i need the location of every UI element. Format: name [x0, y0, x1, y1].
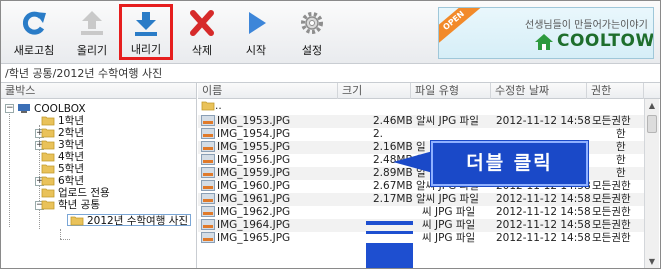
upload-button[interactable]: 올리기 — [65, 5, 119, 59]
banner-brand: COOLTOWN — [557, 31, 654, 51]
open-badge: OPEN — [439, 8, 481, 46]
jpg-file-icon — [201, 167, 215, 178]
file-list-pane: 이름 크기 파일 유형 수정한 날짜 권한 .. IMG_1953.JPG 2.… — [198, 83, 660, 268]
delete-label: 삭제 — [191, 44, 213, 57]
folder-icon — [41, 164, 55, 174]
scroll-up-icon[interactable]: ▲ — [645, 99, 659, 113]
folder-icon — [41, 188, 55, 198]
scroll-down-icon[interactable]: ▼ — [645, 255, 659, 268]
download-button[interactable]: 내리기 — [119, 4, 173, 60]
jpg-file-icon — [201, 141, 215, 152]
callout-pointer — [393, 151, 433, 173]
jpg-file-icon — [201, 232, 215, 243]
tree-node-upload-only[interactable]: 업로드 전용 — [41, 187, 110, 199]
jpg-file-icon — [201, 193, 215, 204]
parent-row[interactable]: .. — [198, 100, 644, 113]
tree-node-grade3[interactable]: 3학년 — [41, 139, 84, 151]
folder-icon — [70, 216, 84, 226]
house-icon — [535, 34, 553, 50]
upload-label: 올리기 — [76, 44, 108, 57]
folder-icon — [41, 140, 55, 150]
tree-node-grade5[interactable]: 5학년 — [41, 163, 84, 175]
tree-node-coolbox[interactable]: COOLBOX — [17, 103, 86, 115]
toolbar: 새로고침 올리기 내리기 삭제 시작 설정 OPEN 선생님들이 만들어가는이야… — [1, 1, 660, 64]
table-row[interactable]: IMG_1954.JPG 2. 한 — [198, 128, 644, 141]
table-row[interactable]: IMG_1962.JPG 씨 JPG 파일 2012-11-12 14:58 모… — [198, 206, 644, 219]
folder-icon — [41, 152, 55, 162]
drag-highlight — [366, 221, 413, 225]
double-click-callout: 더블 클릭 — [431, 141, 588, 186]
tree-node-grade4[interactable]: 4학년 — [41, 151, 84, 163]
vertical-scrollbar[interactable]: ▲ ▼ — [644, 99, 659, 268]
tree-node-trip-photos[interactable]: 2012년 수학여행 사진 — [67, 214, 192, 227]
settings-button[interactable]: 설정 — [285, 5, 339, 59]
folder-icon — [41, 176, 55, 186]
table-row[interactable]: IMG_1953.JPG 2.46MB 알씨 JPG 파일 2012-11-12… — [198, 115, 644, 128]
table-row[interactable]: IMG_1964.JPG 씨 JPG 파일 2012-11-12 14:58 모… — [198, 219, 644, 232]
col-date[interactable]: 수정한 날짜 — [491, 83, 587, 99]
gear-icon — [301, 12, 323, 34]
refresh-icon — [22, 11, 46, 35]
jpg-file-icon — [201, 206, 215, 217]
table-row[interactable]: IMG_1961.JPG 2.17MB 알씨 JPG 파일 2012-11-12… — [198, 193, 644, 206]
tree-node-grade2[interactable]: 2학년 — [41, 127, 84, 139]
table-row[interactable]: IMG_1965.JPG 씨 JPG 파일 2012-11-12 14:58 모… — [198, 232, 644, 245]
tree-node-grade1[interactable]: 1학년 — [41, 115, 84, 127]
folder-icon — [41, 128, 55, 138]
app-window: 새로고침 올리기 내리기 삭제 시작 설정 OPEN 선생님들이 만들어가는이야… — [0, 0, 661, 269]
scroll-thumb[interactable] — [647, 115, 657, 133]
delete-button[interactable]: 삭제 — [175, 5, 229, 59]
download-label: 내리기 — [130, 43, 162, 56]
jpg-file-icon — [201, 219, 215, 230]
start-label: 시작 — [245, 44, 267, 57]
drag-highlight — [366, 243, 413, 268]
path-bar[interactable]: /학년 공통/2012년 수학여행 사진 — [1, 65, 660, 83]
jpg-file-icon — [201, 115, 215, 126]
computer-icon — [18, 104, 30, 113]
col-type[interactable]: 파일 유형 — [411, 83, 491, 99]
cooltown-banner[interactable]: OPEN 선생님들이 만들어가는이야기 COOLTOWN — [438, 7, 654, 59]
jpg-file-icon — [201, 154, 215, 165]
tree-node-grade6[interactable]: 6학년 — [41, 175, 84, 187]
refresh-button[interactable]: 새로고침 — [7, 5, 61, 59]
col-name[interactable]: 이름 — [198, 83, 338, 99]
banner-tagline: 선생님들이 만들어가는이야기 — [525, 20, 648, 31]
jpg-file-icon — [201, 180, 215, 191]
jpg-file-icon — [201, 128, 215, 139]
settings-label: 설정 — [301, 44, 323, 57]
upload-icon — [81, 11, 103, 35]
col-size[interactable]: 크기 — [338, 83, 411, 99]
col-permission[interactable]: 권한 — [587, 83, 644, 99]
drag-highlight — [366, 231, 413, 234]
folder-open-icon — [41, 200, 55, 210]
delete-icon — [190, 10, 214, 36]
download-icon — [135, 12, 157, 36]
folder-icon — [201, 101, 215, 111]
refresh-label: 새로고침 — [13, 44, 55, 57]
play-icon — [249, 12, 266, 34]
column-headers: 이름 크기 파일 유형 수정한 날짜 권한 — [198, 83, 660, 99]
tree-header: 쿨박스 — [1, 83, 196, 99]
tree-expander[interactable]: − — [5, 104, 14, 113]
folder-icon — [41, 116, 55, 126]
folder-tree-pane: 쿨박스 − COOLBOX 1학년 + 2학년 + 3학년 4학년 5학년 + … — [1, 83, 197, 268]
tree-node-common[interactable]: 학년 공통 — [41, 199, 100, 211]
start-button[interactable]: 시작 — [229, 5, 283, 59]
